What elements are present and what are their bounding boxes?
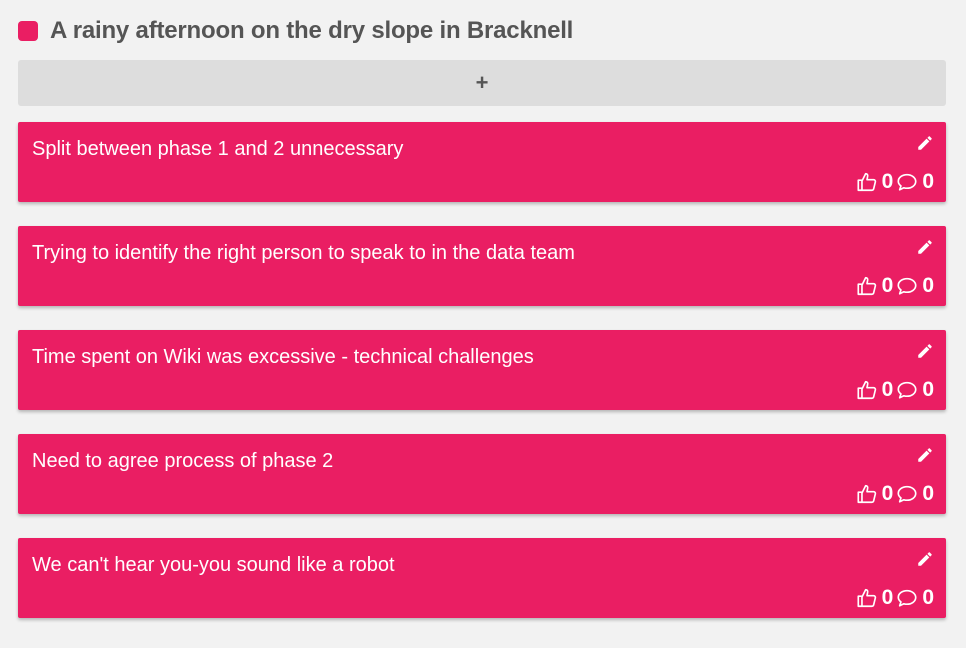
pencil-icon[interactable] xyxy=(916,446,934,464)
thumbs-up-icon[interactable] xyxy=(856,171,878,193)
like-count: 0 xyxy=(881,378,894,401)
card-text: Time spent on Wiki was excessive - techn… xyxy=(32,346,534,368)
card-text: We can't hear you-you sound like a robot xyxy=(32,554,395,576)
column-header: A rainy afternoon on the dry slope in Br… xyxy=(18,14,946,48)
card-text: Trying to identify the right person to s… xyxy=(32,242,575,264)
pencil-icon[interactable] xyxy=(916,134,934,152)
like-count: 0 xyxy=(881,586,894,609)
retro-card: Time spent on Wiki was excessive - techn… xyxy=(18,330,946,410)
retro-card: We can't hear you-you sound like a robot… xyxy=(18,538,946,618)
retro-column: A rainy afternoon on the dry slope in Br… xyxy=(18,14,946,618)
card-meta: 0 0 xyxy=(856,378,934,402)
add-card-button[interactable]: + xyxy=(18,60,946,106)
comment-count: 0 xyxy=(922,170,934,193)
like-count: 0 xyxy=(881,274,894,297)
pencil-icon[interactable] xyxy=(916,238,934,256)
card-list: Split between phase 1 and 2 unnecessary … xyxy=(18,122,946,618)
comment-count: 0 xyxy=(922,586,934,609)
retro-card: Trying to identify the right person to s… xyxy=(18,226,946,306)
retro-card: Need to agree process of phase 2 0 0 xyxy=(18,434,946,514)
like-count: 0 xyxy=(881,170,894,193)
column-title: A rainy afternoon on the dry slope in Br… xyxy=(50,17,574,44)
pencil-icon[interactable] xyxy=(916,550,934,568)
comment-count: 0 xyxy=(922,482,934,505)
pencil-icon[interactable] xyxy=(916,342,934,360)
comment-icon[interactable] xyxy=(896,275,918,297)
card-meta: 0 0 xyxy=(856,586,934,610)
comment-count: 0 xyxy=(922,274,934,297)
card-meta: 0 0 xyxy=(856,482,934,506)
thumbs-up-icon[interactable] xyxy=(856,275,878,297)
thumbs-up-icon[interactable] xyxy=(856,483,878,505)
comment-count: 0 xyxy=(922,378,934,401)
like-count: 0 xyxy=(881,482,894,505)
card-text: Need to agree process of phase 2 xyxy=(32,450,334,472)
comment-icon[interactable] xyxy=(896,483,918,505)
card-text: Split between phase 1 and 2 unnecessary xyxy=(32,138,404,160)
card-meta: 0 0 xyxy=(856,170,934,194)
retro-card: Split between phase 1 and 2 unnecessary … xyxy=(18,122,946,202)
comment-icon[interactable] xyxy=(896,379,918,401)
column-color-swatch xyxy=(18,21,38,41)
comment-icon[interactable] xyxy=(896,171,918,193)
comment-icon[interactable] xyxy=(896,587,918,609)
thumbs-up-icon[interactable] xyxy=(856,587,878,609)
card-meta: 0 0 xyxy=(856,274,934,298)
thumbs-up-icon[interactable] xyxy=(856,379,878,401)
